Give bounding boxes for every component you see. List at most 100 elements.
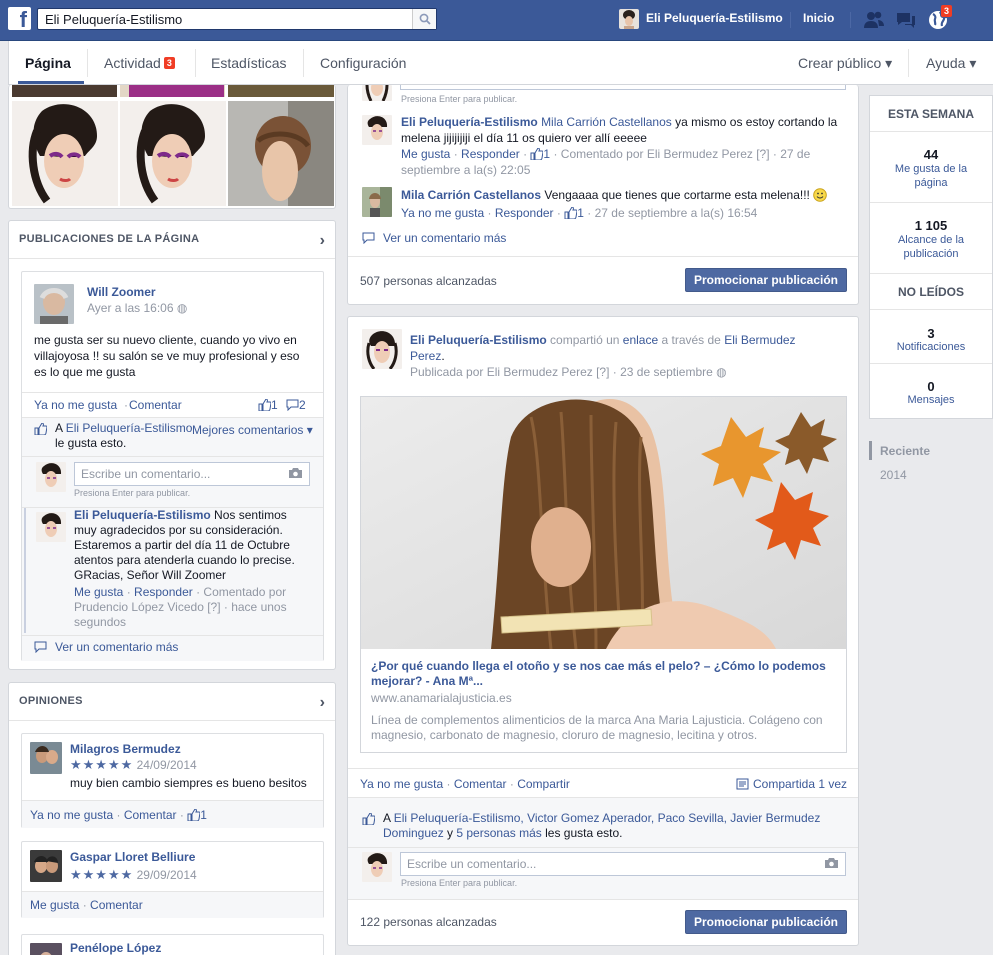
post-author[interactable]: Eli Peluquería-Estilismo bbox=[410, 333, 547, 347]
avatar[interactable] bbox=[30, 742, 62, 774]
comment-count[interactable]: 2 bbox=[286, 398, 306, 412]
comment-author[interactable]: Eli Peluquería-Estilismo bbox=[401, 115, 538, 129]
photo-thumb[interactable] bbox=[228, 85, 334, 97]
avatar[interactable] bbox=[34, 284, 74, 324]
like-count[interactable]: 1 bbox=[564, 206, 584, 220]
home-link[interactable]: Inicio bbox=[803, 11, 834, 25]
tab-estadisticas[interactable]: Estadísticas bbox=[211, 55, 286, 71]
share-link[interactable]: Compartir bbox=[517, 777, 570, 791]
comment-input[interactable] bbox=[400, 85, 846, 90]
search-box[interactable] bbox=[37, 8, 437, 30]
comment-input[interactable]: Escribe un comentario... bbox=[400, 852, 846, 876]
divider bbox=[195, 49, 196, 77]
avatar[interactable] bbox=[36, 512, 66, 542]
page-name-link[interactable]: Eli Peluquería-Estilismo bbox=[646, 11, 783, 25]
more-comments-link[interactable]: Ver un comentario más bbox=[34, 640, 178, 654]
photo-thumb[interactable] bbox=[120, 101, 226, 206]
mention-link[interactable]: Mila Carrión Castellanos bbox=[541, 115, 672, 129]
friends-icon[interactable] bbox=[863, 10, 885, 30]
like-link[interactable]: Me gusta bbox=[74, 585, 123, 599]
unlike-link[interactable]: Ya no me gusta bbox=[360, 777, 443, 791]
comment-link[interactable]: Comentar bbox=[90, 898, 143, 912]
comment-input[interactable]: Escribe un comentario... bbox=[74, 462, 310, 486]
create-audience-menu[interactable]: Crear público ▾ bbox=[798, 55, 892, 72]
camera-icon[interactable] bbox=[824, 857, 839, 869]
comment-input-placeholder: Escribe un comentario... bbox=[407, 857, 537, 871]
chevron-right-icon[interactable]: › bbox=[320, 232, 325, 250]
reach-count[interactable]: 507 personas alcanzadas bbox=[360, 274, 497, 288]
photo-thumb[interactable] bbox=[129, 85, 224, 97]
tab-actividad[interactable]: Actividad 3 bbox=[104, 55, 175, 71]
comment-author[interactable]: Mila Carrión Castellanos bbox=[401, 188, 541, 202]
page-posts-header[interactable]: PUBLICACIONES DE LA PÁGINA bbox=[9, 221, 335, 259]
avatar[interactable] bbox=[362, 187, 392, 217]
like-count[interactable]: 1 bbox=[187, 808, 207, 822]
photo-thumb[interactable] bbox=[12, 85, 117, 97]
smiley-icon bbox=[813, 188, 828, 202]
likes-suffix: les gusta esto. bbox=[541, 826, 623, 840]
photo-thumb[interactable] bbox=[228, 101, 334, 206]
likes-summary: A Eli Peluquería-Estilismo, Victor Gomez… bbox=[383, 811, 843, 841]
tab-configuracion[interactable]: Configuración bbox=[320, 55, 406, 71]
post-time[interactable]: Ayer a las 16:06 ◍ bbox=[87, 301, 187, 315]
timeline-year-link[interactable]: 2014 bbox=[880, 468, 907, 482]
review-date[interactable]: 29/09/2014 bbox=[137, 868, 197, 882]
page-avatar[interactable] bbox=[619, 9, 639, 29]
post-reach-stat[interactable]: 1 105 Alcance de la publicación bbox=[870, 203, 992, 274]
post-time-text: Ayer a las 16:06 bbox=[87, 301, 174, 315]
messages-stat[interactable]: 0 Mensajes bbox=[870, 364, 992, 418]
reply-author[interactable]: Eli Peluquería-Estilismo bbox=[74, 508, 211, 522]
messages-icon[interactable] bbox=[895, 10, 917, 30]
facebook-logo-icon[interactable]: f bbox=[8, 7, 31, 30]
reach-count[interactable]: 122 personas alcanzadas bbox=[360, 915, 497, 929]
comment-link[interactable]: Comentar bbox=[454, 777, 507, 791]
reply-link[interactable]: Responder bbox=[134, 585, 193, 599]
photo-thumb[interactable] bbox=[12, 101, 118, 206]
unlike-link[interactable]: Ya no me gusta bbox=[401, 206, 484, 220]
review-date[interactable]: 24/09/2014 bbox=[137, 758, 197, 772]
reviewer-name[interactable]: Milagros Bermudez bbox=[70, 742, 181, 756]
comment-input-placeholder: Escribe un comentario... bbox=[81, 467, 211, 481]
post-shared-text: compartió un bbox=[546, 333, 623, 347]
reviews-header[interactable]: OPINIONES bbox=[9, 683, 335, 721]
post-author[interactable]: Will Zoomer bbox=[87, 285, 156, 299]
like-count[interactable]: 1 bbox=[530, 147, 550, 161]
shared-count[interactable]: Compartida 1 vez bbox=[736, 777, 847, 791]
timeline-recent-link[interactable]: Reciente bbox=[880, 444, 930, 458]
notifications-stat[interactable]: 3 Notificaciones bbox=[870, 310, 992, 364]
like-count[interactable]: 1 bbox=[258, 398, 278, 412]
link-preview-image[interactable] bbox=[361, 397, 846, 649]
liker-link[interactable]: Eli Peluquería-Estilismo bbox=[66, 421, 193, 435]
help-menu[interactable]: Ayuda ▾ bbox=[926, 55, 976, 72]
unlike-link[interactable]: Ya no me gusta bbox=[30, 808, 113, 822]
more-likers-link[interactable]: 5 personas más bbox=[456, 826, 541, 840]
unlike-link[interactable]: Ya no me gusta bbox=[34, 398, 117, 412]
reply-link[interactable]: Responder bbox=[495, 206, 554, 220]
link-title[interactable]: ¿Por qué cuando llega el otoño y se nos … bbox=[371, 659, 836, 689]
separator: · bbox=[124, 398, 128, 412]
tab-pagina[interactable]: Página bbox=[25, 55, 71, 71]
avatar[interactable] bbox=[362, 329, 402, 369]
reviewer-name[interactable]: Gaspar Lloret Belliure bbox=[70, 850, 195, 864]
more-comments-link[interactable]: Ver un comentario más bbox=[362, 231, 506, 245]
like-link[interactable]: Me gusta bbox=[401, 147, 450, 161]
like-link[interactable]: Me gusta bbox=[30, 898, 79, 912]
promote-post-button[interactable]: Promocionar publicación bbox=[685, 268, 847, 292]
chevron-right-icon[interactable]: › bbox=[320, 694, 325, 712]
avatar[interactable] bbox=[30, 943, 62, 955]
reviewer-name[interactable]: Penélope López bbox=[70, 941, 161, 955]
avatar[interactable] bbox=[362, 115, 392, 145]
promote-post-button[interactable]: Promocionar publicación bbox=[685, 910, 847, 934]
camera-icon[interactable] bbox=[288, 467, 303, 479]
comment-link[interactable]: Comentar bbox=[129, 398, 182, 412]
star-rating-icon: ★★★★★ bbox=[70, 757, 134, 772]
best-comments-dropdown[interactable]: Mejores comentarios ▾ bbox=[192, 423, 313, 437]
link-preview[interactable]: ¿Por qué cuando llega el otoño y se nos … bbox=[360, 396, 847, 753]
search-button[interactable] bbox=[412, 9, 436, 29]
avatar[interactable] bbox=[30, 850, 62, 882]
search-input[interactable] bbox=[38, 9, 408, 29]
comment-link[interactable]: Comentar bbox=[124, 808, 177, 822]
reply-link[interactable]: Responder bbox=[461, 147, 520, 161]
page-likes-stat[interactable]: 44 Me gusta de la página bbox=[870, 132, 992, 203]
link-link[interactable]: enlace bbox=[623, 333, 658, 347]
